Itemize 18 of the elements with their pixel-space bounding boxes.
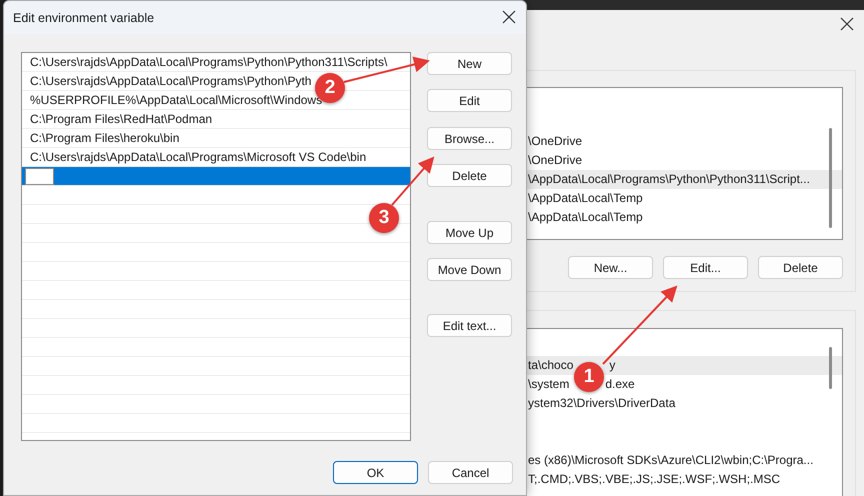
path-text: C:\Users\rajds\AppData\Local\Programs\Python\Python311\Scripts\ bbox=[30, 55, 388, 69]
path-text: \AppData\Local\Temp bbox=[528, 191, 643, 205]
path-text: es (x86)\Microsoft SDKs\Azure\CLI2\wbin;C:\Progra... bbox=[528, 453, 814, 467]
path-text: \AppData\Local\Temp bbox=[528, 210, 643, 224]
path-text: C:\Program Files\RedHat\Podman bbox=[30, 112, 212, 126]
path-text: C:\Users\rajds\AppData\Local\Programs\Microsoft VS Code\bin bbox=[30, 150, 366, 164]
path-text: \system bbox=[528, 377, 570, 391]
path-text: \OneDrive bbox=[528, 134, 582, 148]
path-text: C:\Program Files\heroku\bin bbox=[30, 131, 180, 145]
path-text: \AppData\Local\Programs\Python\Python311\Script... bbox=[528, 172, 810, 186]
window-title: Edit environment variable bbox=[13, 10, 154, 24]
path-text: ystem32\Drivers\DriverData bbox=[528, 396, 676, 410]
path-text: \OneDrive bbox=[528, 153, 582, 167]
path-text: T;.CMD;.VBS;.VBE;.JS;.JSE;.WSF;.WSH;.MSC bbox=[528, 472, 780, 486]
path-text: ta\choco bbox=[528, 358, 574, 372]
path-text: C:\Users\rajds\AppData\Local\Programs\Python\Pyth bbox=[30, 74, 312, 88]
path-text: y bbox=[609, 358, 616, 372]
path-text: d.exe bbox=[605, 377, 635, 391]
